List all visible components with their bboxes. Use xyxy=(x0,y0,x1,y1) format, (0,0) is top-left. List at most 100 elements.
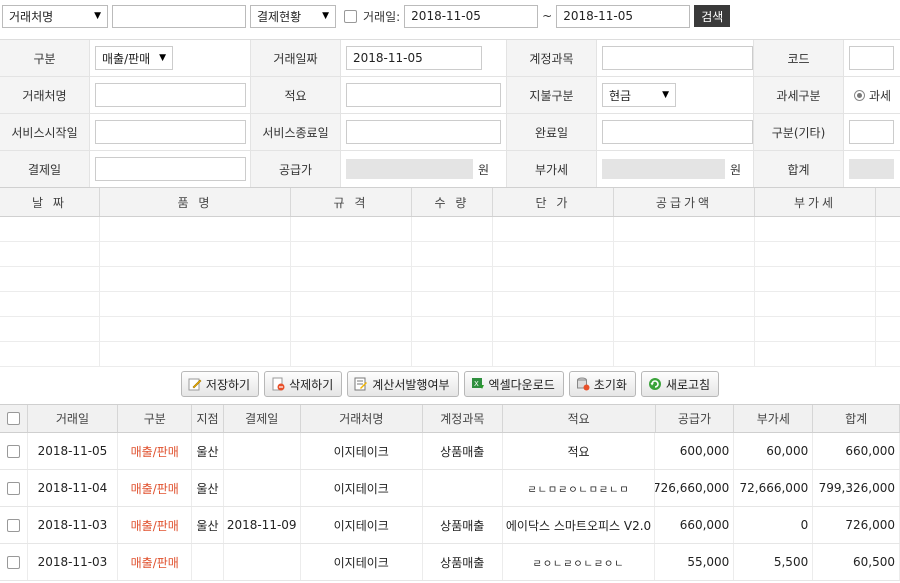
col-account[interactable]: 계정과목 xyxy=(423,405,503,432)
item-cell[interactable] xyxy=(100,317,291,341)
table-row[interactable]: 2018-11-04 매출/판매 울산 이지테이크 ㄹㄴㅁㄹㅇㄴㅁㄹㄴㅁ 726,660,… xyxy=(0,470,900,507)
item-row[interactable] xyxy=(0,267,900,292)
item-cell[interactable] xyxy=(493,242,614,266)
item-cell[interactable] xyxy=(755,242,876,266)
item-cell[interactable] xyxy=(876,267,900,291)
item-cell[interactable] xyxy=(412,217,493,241)
item-row[interactable] xyxy=(0,342,900,367)
item-cell[interactable] xyxy=(0,242,100,266)
item-row[interactable] xyxy=(0,292,900,317)
item-cell[interactable] xyxy=(876,342,900,366)
col-date[interactable]: 거래일 xyxy=(28,405,119,432)
item-cell[interactable] xyxy=(0,342,100,366)
tax-radio[interactable] xyxy=(854,89,865,101)
col-supply[interactable]: 공급가 xyxy=(656,405,735,432)
item-cell[interactable] xyxy=(291,342,412,366)
col-total[interactable]: 합계 xyxy=(813,405,900,432)
excel-download-button[interactable]: X 엑셀다운로드 xyxy=(463,371,564,397)
trade-date-input[interactable]: 2018-11-05 xyxy=(346,46,482,70)
tax-label: 과세구분 xyxy=(754,77,844,113)
table-row[interactable]: 2018-11-03 매출/판매 이지테이크 상품매출 ㄹㅇㄴㄹㅇㄴㄹㅇㄴ 55,000 5… xyxy=(0,544,900,581)
item-cell[interactable] xyxy=(493,342,614,366)
col-memo[interactable]: 적요 xyxy=(503,405,656,432)
reset-button[interactable]: 초기화 xyxy=(568,371,636,397)
partner-input[interactable] xyxy=(95,83,246,107)
row-checkbox[interactable] xyxy=(6,481,20,495)
col-branch[interactable]: 지점 xyxy=(192,405,224,432)
item-cell[interactable] xyxy=(876,292,900,316)
item-cell[interactable] xyxy=(412,267,493,291)
item-cell[interactable] xyxy=(876,217,900,241)
item-cell[interactable] xyxy=(291,242,412,266)
refresh-button[interactable]: 새로고침 xyxy=(640,371,720,397)
item-cell[interactable] xyxy=(755,317,876,341)
item-cell[interactable] xyxy=(0,267,100,291)
col-type[interactable]: 구분 xyxy=(118,405,193,432)
item-cell[interactable] xyxy=(100,292,291,316)
partner-select[interactable]: 거래처명 ▼ xyxy=(2,4,108,28)
item-cell[interactable] xyxy=(614,242,755,266)
service-start-input[interactable] xyxy=(95,120,246,144)
item-cell[interactable] xyxy=(614,342,755,366)
col-vat[interactable]: 부가세 xyxy=(734,405,814,432)
select-all-checkbox[interactable] xyxy=(6,412,20,425)
date-filter-checkbox[interactable] xyxy=(344,9,357,23)
item-cell[interactable] xyxy=(493,217,614,241)
item-cell[interactable] xyxy=(755,267,876,291)
item-cell[interactable] xyxy=(291,217,412,241)
item-cell[interactable] xyxy=(614,317,755,341)
item-cell[interactable] xyxy=(755,292,876,316)
item-cell[interactable] xyxy=(493,267,614,291)
item-cell[interactable] xyxy=(412,317,493,341)
settle-input[interactable] xyxy=(95,157,246,181)
item-cell[interactable] xyxy=(412,342,493,366)
code-input[interactable] xyxy=(849,46,894,70)
table-row[interactable]: 2018-11-05 매출/판매 울산 이지테이크 상품매출 적요 600,000 60,00… xyxy=(0,433,900,470)
table-row[interactable]: 2018-11-03 매출/판매 울산 2018-11-09 이지테이크 상품매출 에이닥스… xyxy=(0,507,900,544)
invoice-button[interactable]: 계산서발행여부 xyxy=(347,371,459,397)
item-cell[interactable] xyxy=(0,217,100,241)
item-cell[interactable] xyxy=(100,217,291,241)
item-cell[interactable] xyxy=(412,292,493,316)
row-checkbox[interactable] xyxy=(6,555,20,569)
item-row[interactable] xyxy=(0,317,900,342)
item-cell[interactable] xyxy=(412,242,493,266)
item-cell[interactable] xyxy=(0,292,100,316)
item-cell[interactable] xyxy=(291,292,412,316)
etc-input[interactable] xyxy=(849,120,894,144)
service-end-input[interactable] xyxy=(346,120,501,144)
item-cell[interactable] xyxy=(755,342,876,366)
item-cell[interactable] xyxy=(100,242,291,266)
item-cell[interactable] xyxy=(100,342,291,366)
col-partner[interactable]: 거래처명 xyxy=(301,405,423,432)
delete-button[interactable]: 삭제하기 xyxy=(264,371,343,397)
item-cell[interactable] xyxy=(614,267,755,291)
item-cell[interactable] xyxy=(876,242,900,266)
item-cell[interactable] xyxy=(614,292,755,316)
date-to-input[interactable]: 2018-11-05 xyxy=(556,4,691,28)
item-cell[interactable] xyxy=(876,317,900,341)
complete-input[interactable] xyxy=(602,120,753,144)
memo-input[interactable] xyxy=(346,83,501,107)
item-cell[interactable] xyxy=(755,217,876,241)
account-input[interactable] xyxy=(602,46,753,70)
item-cell[interactable] xyxy=(493,292,614,316)
item-cell[interactable] xyxy=(100,267,291,291)
item-row[interactable] xyxy=(0,242,900,267)
item-cell[interactable] xyxy=(614,217,755,241)
row-checkbox[interactable] xyxy=(6,444,20,458)
item-cell[interactable] xyxy=(0,317,100,341)
type-select[interactable]: 매출/판매 ▼ xyxy=(95,46,173,70)
row-checkbox[interactable] xyxy=(6,518,20,532)
save-button[interactable]: 저장하기 xyxy=(180,371,260,397)
status-select[interactable]: 결제현황 ▼ xyxy=(250,4,336,28)
col-settle[interactable]: 결제일 xyxy=(224,405,301,432)
item-cell[interactable] xyxy=(291,267,412,291)
payment-select[interactable]: 현금 ▼ xyxy=(602,83,676,107)
partner-search-input[interactable] xyxy=(112,4,246,28)
item-cell[interactable] xyxy=(493,317,614,341)
item-cell[interactable] xyxy=(291,317,412,341)
item-row[interactable] xyxy=(0,217,900,242)
date-from-input[interactable]: 2018-11-05 xyxy=(404,4,539,28)
search-button[interactable]: 검색 xyxy=(694,5,731,27)
